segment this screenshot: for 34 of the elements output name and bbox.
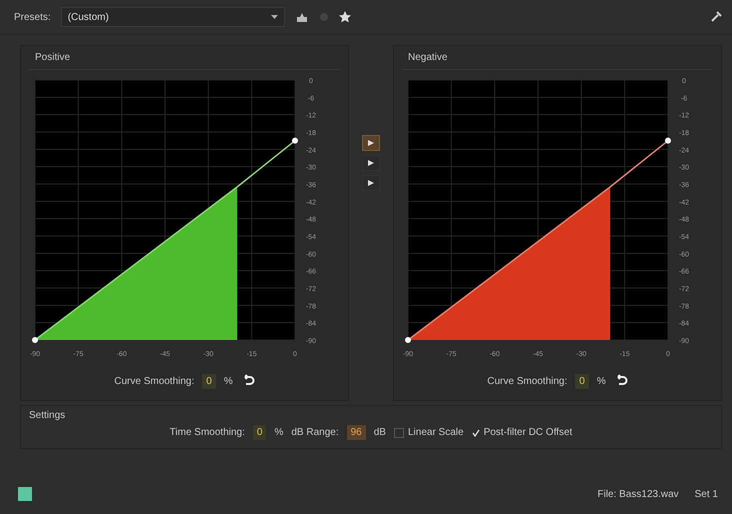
number-field[interactable]: 0: [575, 374, 589, 388]
field-label: Curve Smoothing:: [114, 376, 194, 386]
set-label: Set 1: [694, 488, 718, 500]
section-title: Settings: [29, 410, 66, 421]
number-field[interactable]: 96: [346, 425, 366, 440]
field-label: Curve Smoothing:: [487, 376, 568, 386]
curve-handle[interactable]: [32, 337, 38, 343]
number-field[interactable]: 0: [202, 374, 216, 388]
field-label: dB Range:: [291, 427, 339, 438]
unit-label: %: [274, 427, 284, 438]
panel-title: Negative: [402, 52, 713, 70]
file-label: File: Bass123.wav: [597, 488, 679, 500]
check-icon: [472, 428, 480, 436]
link-button[interactable]: [362, 175, 380, 191]
number-field[interactable]: 0: [252, 425, 266, 440]
star-icon[interactable]: [338, 11, 351, 23]
caret-icon: [270, 15, 278, 19]
unit-label: %: [596, 376, 606, 386]
linear-scale-checkbox[interactable]: Linear Scale: [394, 427, 464, 438]
dc-offset-checkbox[interactable]: Post-filter DC Offset: [472, 427, 572, 438]
arrow-icon: [367, 159, 375, 167]
preset-dropdown[interactable]: (Custom): [60, 7, 285, 27]
curve-handle[interactable]: [292, 138, 298, 144]
curve-handle[interactable]: [665, 138, 671, 144]
link-button[interactable]: [362, 155, 380, 171]
unit-label: %: [224, 376, 233, 386]
arrow-icon: [367, 179, 375, 187]
panel-title: Positive: [29, 52, 340, 70]
link-button[interactable]: [362, 135, 380, 151]
presets-label: Presets:: [14, 12, 51, 22]
curve-handle[interactable]: [405, 337, 411, 343]
field-label: Time Smoothing:: [170, 427, 245, 438]
arrow-icon: [367, 139, 375, 147]
unit-label: dB: [374, 427, 386, 438]
